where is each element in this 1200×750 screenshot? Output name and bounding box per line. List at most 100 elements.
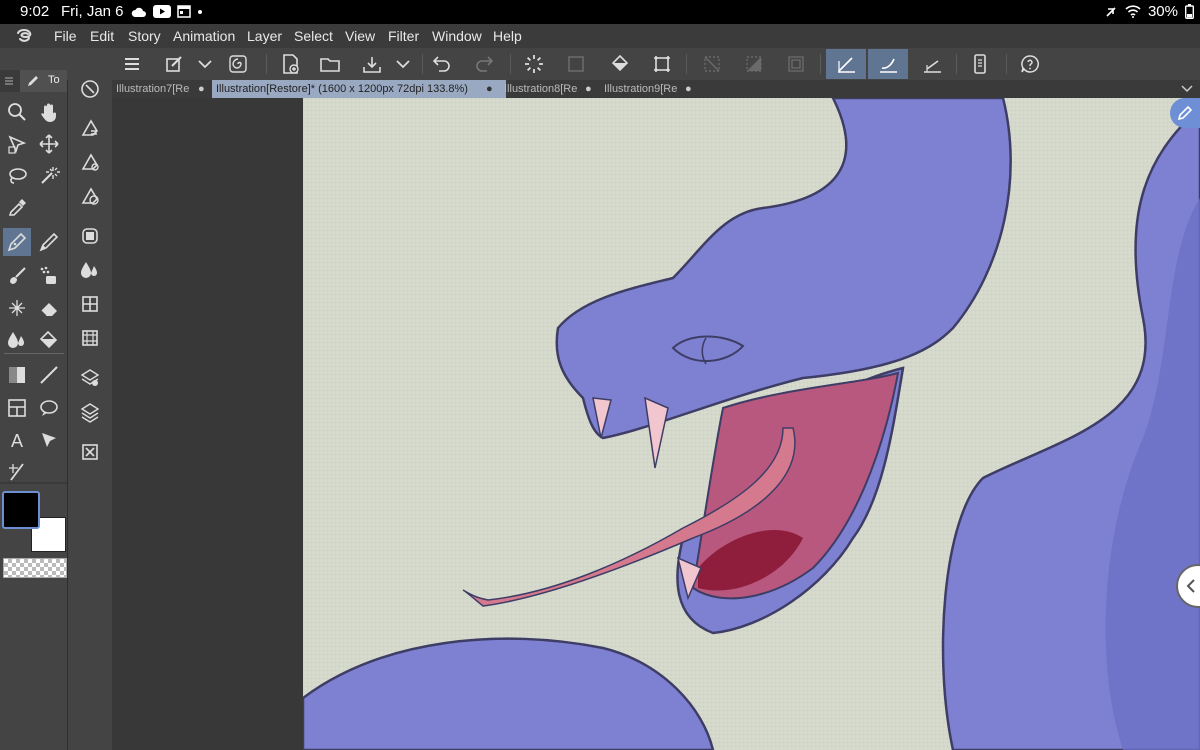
selection-border-icon[interactable]	[784, 52, 808, 76]
text-icon[interactable]: A	[3, 426, 31, 454]
system-icons: 30%	[1104, 3, 1194, 20]
subtool-4-icon[interactable]	[76, 222, 104, 250]
subtool-2-icon[interactable]	[76, 148, 104, 176]
tool-divider	[4, 353, 64, 354]
subtool-6-icon[interactable]	[76, 290, 104, 318]
tab-illustration8[interactable]: Illustration8[Re	[500, 80, 584, 98]
tab-close-icon[interactable]: ●	[585, 80, 592, 98]
fill-bucket-icon[interactable]	[608, 52, 632, 76]
menu-filter[interactable]: Filter	[388, 28, 419, 44]
drawing-canvas[interactable]	[303, 98, 1200, 750]
crop-icon[interactable]	[650, 52, 674, 76]
toolbar-separator	[1006, 54, 1007, 74]
canvas-background	[112, 98, 303, 750]
tool-tab-label: To	[48, 74, 60, 86]
tab-close-icon[interactable]: ●	[198, 80, 205, 98]
edit-icon[interactable]	[162, 52, 186, 76]
snap-ruler-icon[interactable]	[826, 49, 866, 79]
menu-story[interactable]: Story	[128, 28, 161, 44]
menu-animation[interactable]: Animation	[173, 28, 235, 44]
tabs-chevron-down-icon[interactable]	[1180, 83, 1194, 95]
grip-icon[interactable]	[4, 75, 14, 87]
pen-icon[interactable]	[3, 228, 31, 256]
subtool-9-icon[interactable]	[76, 398, 104, 426]
menu-edit[interactable]: Edit	[90, 28, 114, 44]
subtool-3-icon[interactable]	[76, 182, 104, 210]
decoration-icon[interactable]	[3, 294, 31, 322]
menu-file[interactable]: File	[54, 28, 77, 44]
toolbar-separator	[510, 54, 511, 74]
pen-tab-icon	[28, 76, 38, 86]
frame-border-icon[interactable]	[3, 394, 31, 422]
subtool-5-icon[interactable]	[76, 256, 104, 284]
tool-palette: To A	[0, 48, 67, 750]
brush-icon[interactable]	[3, 261, 31, 289]
menu-select[interactable]: Select	[294, 28, 333, 44]
help-icon[interactable]	[1018, 52, 1042, 76]
subtool-7-icon[interactable]	[76, 324, 104, 352]
calendar-icon	[177, 5, 191, 18]
silent-icon	[1106, 6, 1116, 17]
gradient-icon[interactable]	[3, 361, 31, 389]
app-logo-icon[interactable]	[14, 27, 34, 45]
invert-selection-icon[interactable]	[742, 52, 766, 76]
menu-window[interactable]: Window	[432, 28, 482, 44]
undo-icon[interactable]	[430, 52, 454, 76]
pencil-icon[interactable]	[35, 228, 63, 256]
airbrush-icon[interactable]	[35, 261, 63, 289]
save-icon[interactable]	[360, 52, 384, 76]
menu-help[interactable]: Help	[493, 28, 522, 44]
tab-illustration7[interactable]: Illustration7[Re	[112, 80, 198, 98]
main-color-swatch[interactable]	[2, 491, 40, 529]
operation-icon[interactable]	[3, 130, 31, 158]
svg-text:A: A	[11, 431, 23, 451]
subtool-10-icon[interactable]	[76, 438, 104, 466]
tool-palette-header: To	[0, 70, 67, 92]
eyedropper-icon[interactable]	[3, 194, 31, 222]
tab-close-icon[interactable]: ●	[685, 80, 692, 98]
hamburger-menu-icon[interactable]	[120, 52, 144, 76]
magic-wand-icon[interactable]	[35, 162, 63, 190]
transparent-color-swatch[interactable]	[3, 558, 67, 578]
lasso-select-icon[interactable]	[3, 162, 31, 190]
open-folder-icon[interactable]	[318, 52, 342, 76]
subtool-8-icon[interactable]	[76, 364, 104, 392]
speech-balloon-icon[interactable]	[35, 394, 63, 422]
fill-icon[interactable]	[35, 326, 63, 354]
loading-icon[interactable]	[522, 52, 546, 76]
figure-line-icon[interactable]	[35, 361, 63, 389]
chevron-down-icon-2[interactable]	[392, 52, 414, 76]
tool-tab[interactable]: To	[20, 70, 67, 92]
smartphone-icon[interactable]	[968, 52, 992, 76]
menu-view[interactable]: View	[345, 28, 375, 44]
tab-illustration-restore[interactable]: Illustration[Restore]* (1600 x 1200px 72…	[212, 80, 506, 98]
spiral-icon[interactable]	[226, 52, 250, 76]
zoom-icon[interactable]	[3, 98, 31, 126]
snap-special-ruler-icon[interactable]	[868, 49, 908, 79]
wifi-icon	[1125, 5, 1141, 18]
floating-pen-button[interactable]	[1170, 98, 1200, 128]
blend-icon[interactable]	[3, 326, 31, 354]
toolbar-separator	[956, 54, 957, 74]
battery-icon	[1185, 4, 1194, 19]
chevron-down-icon[interactable]	[194, 52, 216, 76]
redo-icon[interactable]	[472, 52, 496, 76]
transform-disabled-icon[interactable]	[564, 52, 588, 76]
battery-percent: 30%	[1147, 3, 1178, 20]
sub-tool-palette	[68, 48, 112, 750]
rotate-view-icon[interactable]	[76, 75, 104, 103]
toolbar-separator	[266, 54, 267, 74]
eraser-icon[interactable]	[35, 294, 63, 322]
new-file-icon[interactable]	[278, 52, 302, 76]
snap-grid-icon[interactable]	[920, 52, 944, 76]
correct-line-icon[interactable]	[35, 426, 63, 454]
deselect-icon[interactable]	[700, 52, 724, 76]
hand-icon[interactable]	[35, 98, 63, 126]
tab-illustration9[interactable]: Illustration9[Re	[600, 80, 684, 98]
youtube-icon	[153, 5, 171, 18]
move-layer-icon[interactable]	[35, 130, 63, 158]
tab-close-icon[interactable]: ●	[486, 80, 493, 98]
snake-illustration	[303, 98, 1200, 750]
subtool-1-icon[interactable]	[76, 114, 104, 142]
menu-layer[interactable]: Layer	[247, 28, 282, 44]
